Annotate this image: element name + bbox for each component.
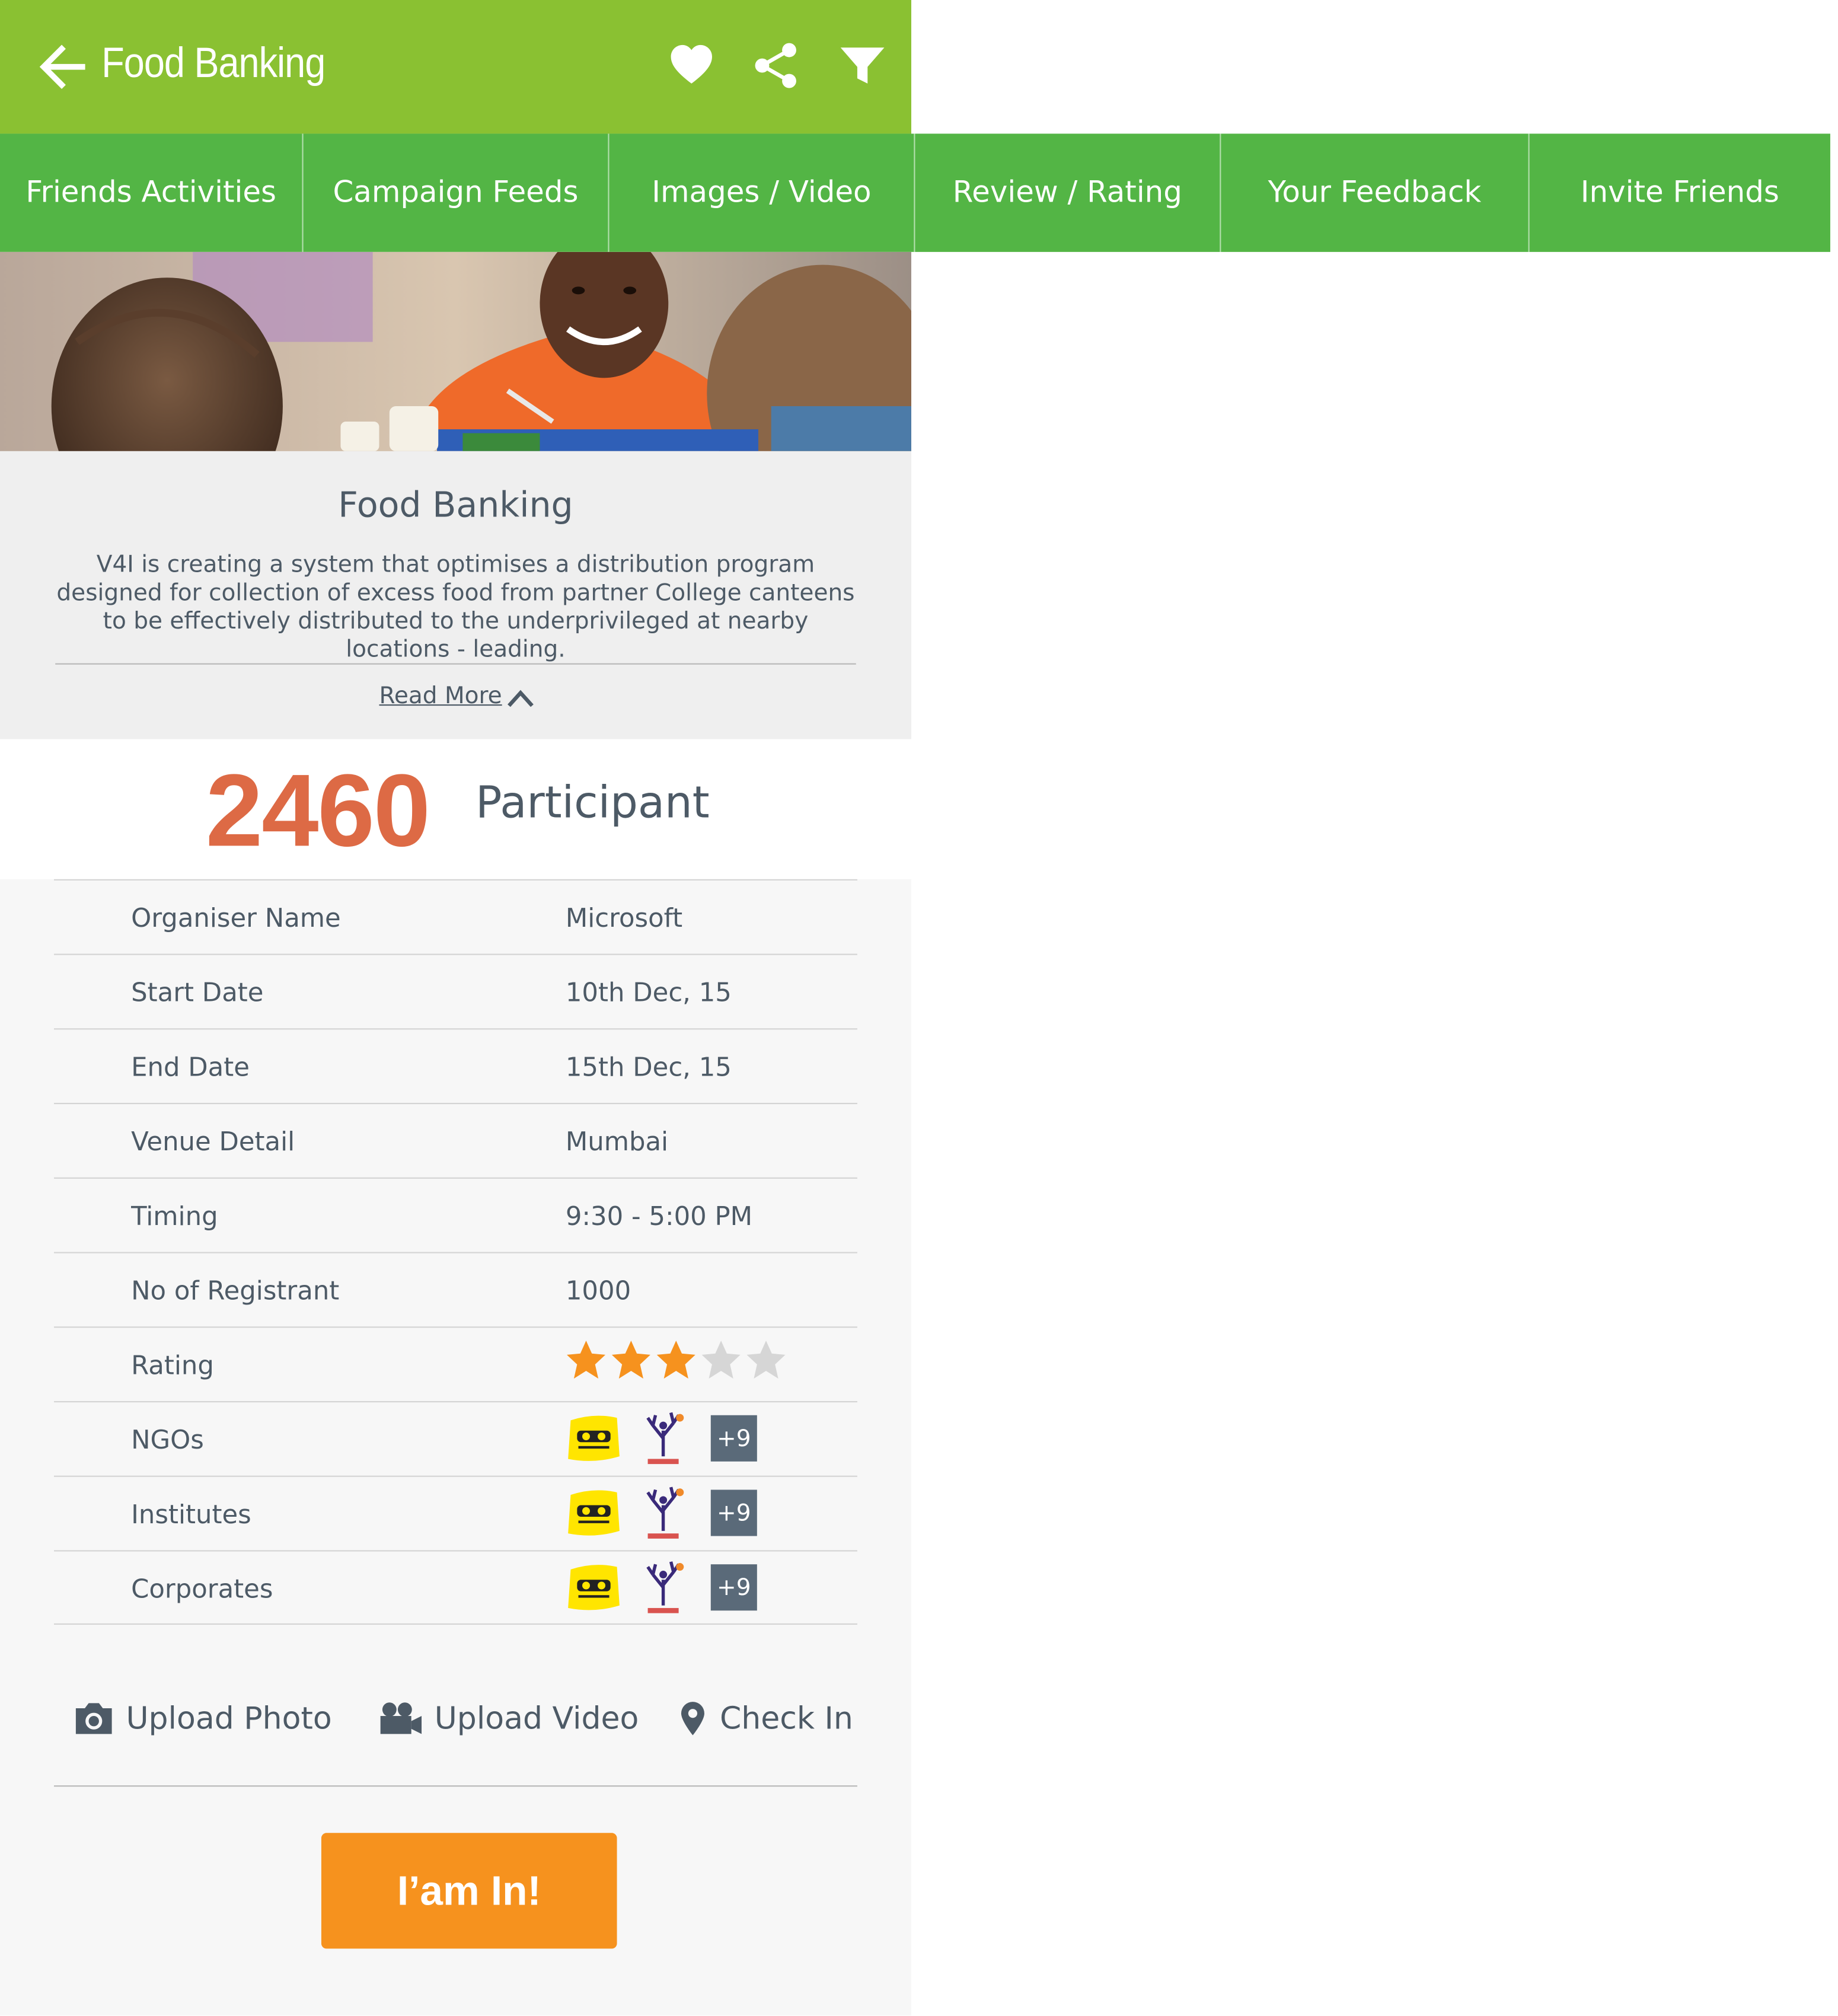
detail-label: Timing [131,1200,218,1232]
detail-label: Start Date [131,977,264,1008]
tab-campaign-feeds[interactable]: Campaign Feeds [304,133,610,252]
detail-label: End Date [131,1051,250,1083]
participant-label: Participant [476,777,710,830]
tab-images-video[interactable]: Images / Video [610,133,915,252]
detail-row-end-date: End Date 15th Dec, 15 [54,1028,857,1103]
institute-logos: +9 [566,1485,757,1541]
more-count-badge[interactable]: +9 [710,1489,757,1536]
star-filled-icon[interactable] [611,1339,652,1380]
participant-number: 2460 [205,753,430,868]
detail-label: Corporates [131,1573,273,1604]
detail-value: 1000 [565,1275,631,1306]
check-in-button[interactable]: Check In [676,1701,853,1737]
detail-value: 9:30 - 5:00 PM [565,1200,753,1232]
share-icon[interactable] [753,43,799,89]
video-camera-icon [380,1702,422,1734]
more-count-badge[interactable]: +9 [710,1564,757,1611]
participant-count: 2460 Participant [0,739,911,879]
detail-row-start-date: Start Date 10th Dec, 15 [54,953,857,1029]
chevron-up-icon[interactable] [506,688,535,709]
ngo-logos: +9 [566,1410,757,1466]
detail-label: NGOs [131,1424,204,1455]
detail-value: 10th Dec, 15 [565,977,732,1008]
partner-logo-icon[interactable] [566,1412,622,1464]
arrow-left-icon[interactable] [36,41,88,92]
upload-video-label: Upload Video [434,1700,639,1737]
detail-row-venue: Venue Detail Mumbai [54,1102,857,1178]
tab-review-rating[interactable]: Review / Rating [915,133,1221,252]
detail-value: 15th Dec, 15 [565,1051,732,1083]
tab-friends-activities[interactable]: Friends Activities [0,133,304,252]
upload-video-button[interactable]: Upload Video [378,1701,639,1737]
detail-row-organiser: Organiser Name Microsoft [54,879,857,954]
action-bar: Upload Photo Upload Video Check In [54,1670,857,1787]
detail-row-institutes: Institutes +9 [54,1475,857,1551]
detail-value: Microsoft [565,902,683,933]
partner-logo-icon[interactable] [566,1487,622,1539]
tree-logo-icon[interactable] [637,1485,689,1541]
tab-bar: Friends Activities Campaign Feeds Images… [0,133,1830,252]
campaign-title: Food Banking [338,486,573,526]
star-rating [566,1339,787,1380]
star-empty-icon[interactable] [700,1339,741,1380]
corporate-logos: +9 [566,1559,757,1616]
detail-label: Venue Detail [131,1125,295,1157]
detail-label: Organiser Name [131,902,341,933]
location-pin-icon [681,1702,704,1736]
campaign-hero-image [0,251,911,451]
tree-logo-icon[interactable] [637,1559,689,1616]
detail-row-rating: Rating [54,1326,857,1401]
upload-photo-label: Upload Photo [126,1700,332,1737]
check-in-label: Check In [719,1700,853,1737]
detail-row-corporates: Corporates +9 [54,1550,857,1625]
campaign-summary: V4I is creating a system that optimises … [56,551,855,664]
im-in-button[interactable]: I’am In! [321,1833,617,1949]
tab-your-feedback[interactable]: Your Feedback [1221,133,1530,252]
detail-row-registrants: No of Registrant 1000 [54,1252,857,1326]
heart-icon[interactable] [668,43,714,89]
more-count-badge[interactable]: +9 [710,1415,757,1462]
partner-logo-icon[interactable] [566,1562,622,1613]
star-filled-icon[interactable] [566,1339,607,1380]
tab-invite-friends[interactable]: Invite Friends [1530,133,1830,251]
camera-icon [75,1703,112,1734]
detail-label: No of Registrant [131,1275,340,1306]
detail-label: Institutes [131,1498,251,1530]
detail-label: Rating [131,1350,214,1381]
upload-photo-button[interactable]: Upload Photo [72,1700,332,1737]
filter-icon[interactable] [840,43,886,89]
detail-row-ngos: NGOs +9 [54,1401,857,1476]
star-filled-icon[interactable] [656,1339,697,1380]
detail-row-timing: Timing 9:30 - 5:00 PM [54,1177,857,1252]
page-title: Food Banking [101,39,326,87]
app-bar: Food Banking [0,0,911,134]
campaign-description: Food Banking V4I is creating a system th… [0,451,911,739]
campaign-details: Organiser Name Microsoft Start Date 10th… [0,879,911,2016]
star-empty-icon[interactable] [745,1339,786,1380]
tree-logo-icon[interactable] [637,1410,689,1466]
read-more-link[interactable]: Read More [379,682,502,710]
detail-value: Mumbai [565,1125,669,1157]
divider [55,663,856,665]
